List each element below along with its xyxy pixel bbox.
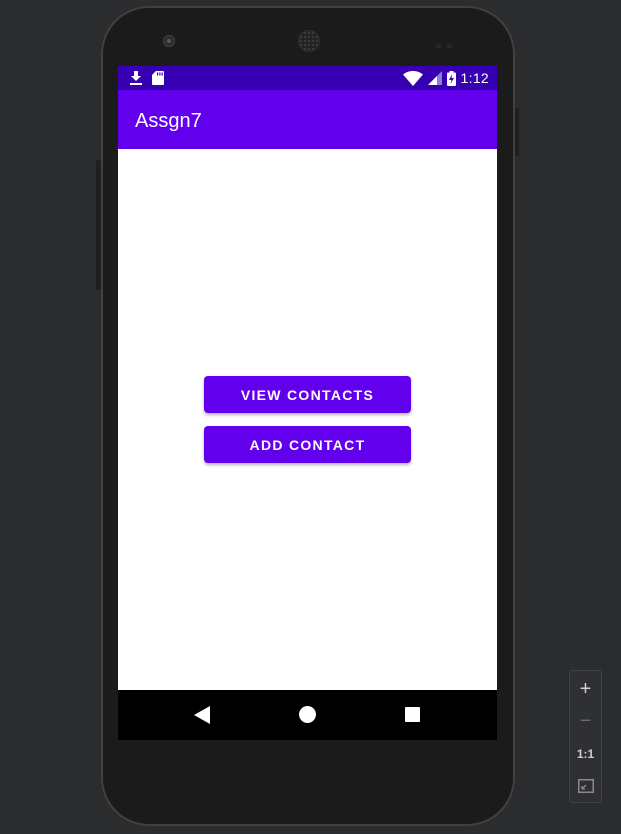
zoom-controls: + − 1:1	[569, 670, 602, 803]
navigation-bar	[118, 690, 497, 740]
signal-icon	[427, 71, 442, 85]
battery-charging-icon	[446, 70, 456, 86]
speaker-grille	[298, 30, 320, 52]
wifi-icon	[402, 70, 423, 86]
front-camera-icon	[163, 35, 175, 47]
sensors	[436, 36, 458, 49]
fit-screen-button[interactable]	[570, 771, 601, 801]
status-time: 1:12	[460, 70, 489, 86]
app-bar: Assgn7	[118, 90, 497, 149]
home-icon[interactable]	[299, 706, 316, 723]
zoom-out-button[interactable]: −	[570, 706, 601, 736]
status-bar: 1:12	[118, 66, 497, 90]
fit-screen-icon	[577, 779, 594, 793]
recents-icon[interactable]	[405, 707, 420, 722]
app-title: Assgn7	[135, 110, 202, 132]
download-icon	[130, 71, 142, 85]
device-screen: 1:12 Assgn7 VIEW CONTACTS ADD CONTACT	[118, 66, 497, 740]
zoom-in-button[interactable]: +	[570, 674, 601, 704]
main-content: VIEW CONTACTS ADD CONTACT	[118, 149, 497, 690]
add-contact-button[interactable]: ADD CONTACT	[204, 426, 411, 463]
back-icon[interactable]	[194, 706, 210, 724]
sd-card-icon	[152, 71, 164, 85]
actual-size-button[interactable]: 1:1	[570, 739, 601, 769]
view-contacts-button[interactable]: VIEW CONTACTS	[204, 376, 411, 413]
